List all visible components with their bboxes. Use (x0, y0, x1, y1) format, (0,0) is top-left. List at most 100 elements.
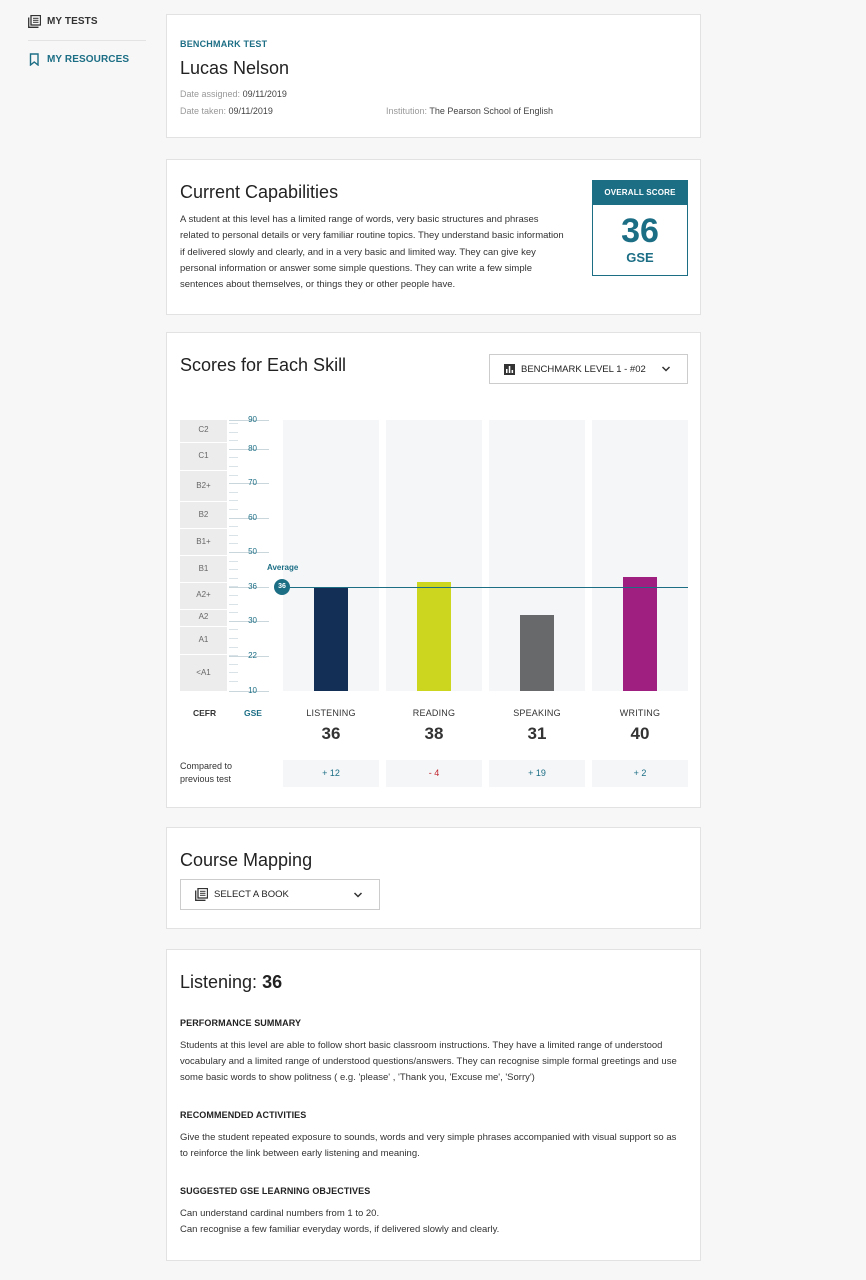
gse-tick-label: 80 (248, 444, 257, 453)
learning-objective-item: Can recognise a few familiar everyday wo… (180, 1224, 500, 1235)
gse-tick-label: 36 (248, 582, 257, 591)
student-name: Lucas Nelson (180, 58, 290, 78)
score-change-badge: + 2 (592, 760, 688, 787)
sidebar-divider (28, 40, 146, 41)
gse-minor-tick (229, 612, 238, 614)
gse-minor-tick (229, 663, 238, 665)
cefr-level-label: A2+ (196, 590, 211, 599)
sidebar-item-my-tests[interactable]: MY TESTS (28, 15, 98, 28)
skill-name-label: SPEAKING (513, 708, 561, 718)
gse-minor-tick (229, 440, 238, 442)
learning-objectives-heading: SUGGESTED GSE LEARNING OBJECTIVES (180, 1186, 371, 1196)
listening-detail-card: Listening: 36 PERFORMANCE SUMMARY Studen… (166, 949, 701, 1261)
scores-card: Scores for Each Skill BENCHMARK LEVEL 1 … (166, 332, 701, 808)
benchmark-select[interactable]: BENCHMARK LEVEL 1 - #02 (489, 354, 688, 384)
select-book-label: SELECT A BOOK (214, 889, 289, 900)
cefr-separator (180, 501, 227, 502)
average-line (281, 587, 688, 588)
test-type-label: BENCHMARK TEST (180, 39, 268, 49)
sidebar-item-label: MY RESOURCES (47, 54, 130, 65)
skill-score-value: 40 (630, 724, 650, 743)
institution: Institution: The Pearson School of Engli… (386, 106, 553, 116)
gse-minor-tick (229, 466, 238, 467)
overall-score-label: OVERALL SCORE (593, 181, 687, 205)
gse-minor-tick (229, 646, 238, 648)
benchmark-select-label: BENCHMARK LEVEL 1 - #02 (521, 363, 646, 375)
cefr-level-label: <A1 (196, 668, 211, 677)
date-taken-label: Date taken: (180, 106, 227, 116)
test-header-card: BENCHMARK TEST Lucas Nelson Date assigne… (166, 14, 701, 138)
performance-summary-text: Students at this level are able to follo… (180, 1040, 677, 1083)
gse-minor-tick (229, 629, 238, 631)
gse-minor-tick (229, 543, 238, 545)
gse-minor-tick (229, 474, 238, 476)
gse-minor-tick (229, 577, 238, 579)
select-book-dropdown[interactable]: SELECT A BOOK (180, 879, 380, 910)
course-mapping-title: Course Mapping (180, 850, 313, 870)
cefr-level-label: A2 (198, 612, 209, 621)
cefr-separator (180, 528, 227, 529)
cefr-separator (180, 470, 227, 471)
compared-label-line1: Compared to (180, 761, 233, 771)
gse-minor-tick (229, 500, 238, 502)
gse-tick-label: 60 (248, 513, 257, 522)
overall-score-box: OVERALL SCORE 36 GSE (592, 180, 688, 276)
recommended-activities-heading: RECOMMENDED ACTIVITIES (180, 1110, 307, 1120)
recommended-activities-text: Give the student repeated exposure to so… (180, 1132, 677, 1159)
cefr-level-label: A1 (198, 635, 209, 644)
gse-tick-label: 70 (248, 478, 257, 487)
skill-name-label: LISTENING (306, 708, 356, 718)
date-assigned: Date assigned: 09/11/2019 (180, 89, 287, 99)
listening-title-prefix: Listening: (180, 972, 258, 992)
sidebar-item-label: MY TESTS (47, 16, 98, 27)
gse-minor-tick (229, 638, 238, 639)
gse-tick-label: 30 (248, 616, 257, 625)
date-taken-value: 09/11/2019 (228, 106, 273, 116)
listening-title: Listening: 36 (180, 972, 282, 993)
sidebar-item-my-resources[interactable]: MY RESOURCES (28, 53, 129, 66)
skill-name-label: READING (412, 708, 456, 718)
overall-score-unit: GSE (626, 250, 654, 265)
gse-minor-tick (229, 595, 238, 596)
gse-axis-label: GSE (244, 708, 262, 718)
scores-title: Scores for Each Skill (180, 355, 347, 375)
gse-minor-tick (229, 526, 238, 528)
gse-minor-tick (229, 681, 238, 682)
cefr-separator (180, 555, 227, 556)
performance-summary-heading: PERFORMANCE SUMMARY (180, 1018, 302, 1028)
bar-chart-icon (504, 363, 515, 375)
cefr-separator (180, 582, 227, 583)
cefr-separator (180, 442, 227, 443)
institution-value: The Pearson School of English (429, 106, 553, 116)
bookmark-icon (29, 53, 39, 66)
cefr-level-label: C1 (198, 451, 209, 460)
gse-tick-label: 50 (248, 547, 257, 556)
cefr-separator (180, 609, 227, 610)
date-assigned-value: 09/11/2019 (242, 89, 287, 99)
cefr-separator (180, 654, 227, 655)
cefr-axis-label: CEFR (193, 708, 217, 718)
gse-minor-tick (229, 431, 238, 433)
gse-minor-tick (229, 603, 238, 605)
listening-title-score: 36 (262, 972, 283, 992)
skill-bar (417, 582, 451, 691)
gse-tick-label: 90 (248, 415, 257, 424)
cefr-level-label: C2 (198, 425, 209, 434)
overall-score-value: 36 (621, 212, 659, 250)
capabilities-description: A student at this level has a limited ra… (180, 214, 564, 291)
gse-tick-label: 22 (248, 651, 257, 660)
cefr-separator (180, 626, 227, 627)
gse-minor-tick (229, 491, 238, 493)
skill-bar (623, 577, 657, 691)
skill-bar (520, 615, 554, 691)
institution-label: Institution: (386, 106, 428, 116)
tests-icon (28, 15, 41, 28)
skill-score-value: 38 (424, 724, 444, 743)
skill-name-label: WRITING (619, 708, 661, 718)
course-mapping-card: Course Mapping SELECT A BOOK (166, 827, 701, 929)
chevron-down-icon (661, 366, 671, 372)
cefr-level-label: B2 (198, 510, 209, 519)
score-change-badge: + 12 (283, 760, 379, 787)
capabilities-card: Current Capabilities A student at this l… (166, 159, 701, 315)
gse-minor-tick (229, 534, 238, 536)
